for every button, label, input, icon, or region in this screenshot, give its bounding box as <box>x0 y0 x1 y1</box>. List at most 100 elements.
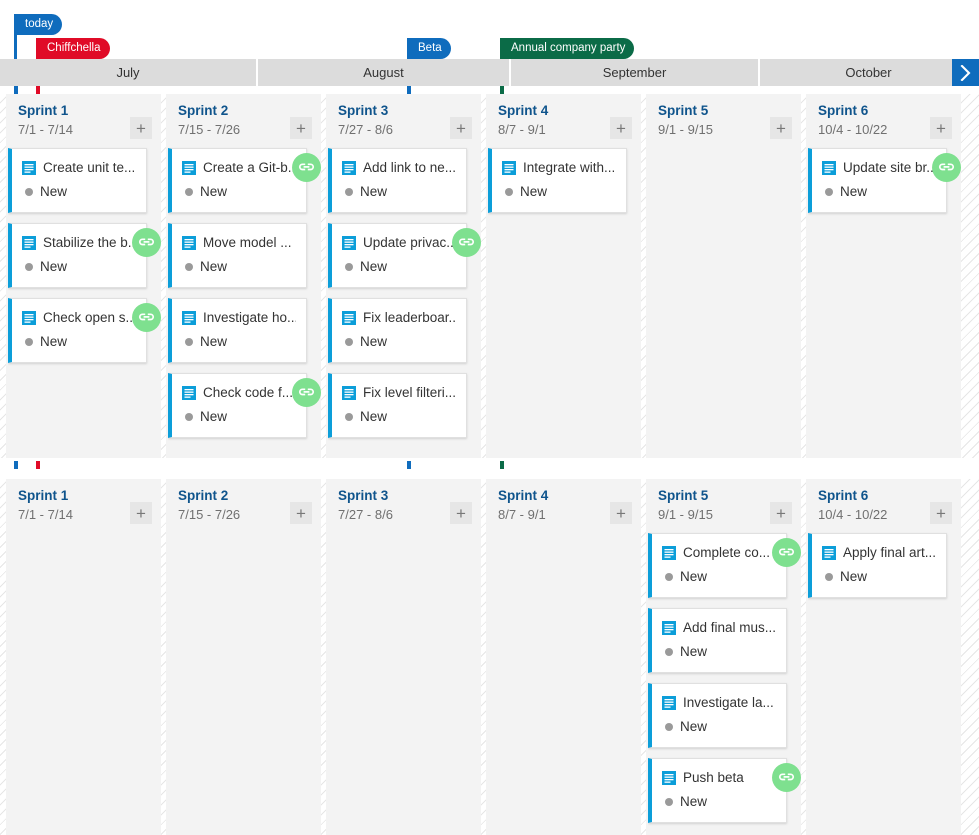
related-links-badge[interactable] <box>452 228 481 257</box>
card-title-row: Update site br... <box>822 160 936 176</box>
work-item-card[interactable]: Fix level filteri... New <box>328 373 467 438</box>
card-state-row: New <box>662 719 776 735</box>
work-item-card[interactable]: Integrate with... New <box>488 148 627 213</box>
work-item-icon <box>662 621 676 635</box>
work-item-card[interactable]: Push beta New <box>648 758 787 823</box>
lane-right-gutter <box>961 94 979 458</box>
add-work-item-button[interactable]: + <box>290 117 312 139</box>
work-item-icon <box>822 161 836 175</box>
marker-flag[interactable]: today <box>17 14 63 35</box>
scroll-next-button[interactable] <box>952 59 979 86</box>
card-list: Create unit te... New Stabilize the b... Ne… <box>8 148 161 363</box>
marker-flag[interactable]: Beta <box>410 38 451 59</box>
sprint-title: Sprint 5 <box>658 103 709 118</box>
marker-tick <box>36 86 40 94</box>
sprint-column: Sprint 4 8/7 - 9/1 + Integrate with... New <box>486 94 641 458</box>
work-item-card[interactable]: Update site br... New <box>808 148 947 213</box>
card-state: New <box>840 569 868 584</box>
work-item-icon <box>182 386 196 400</box>
work-item-card[interactable]: Complete co... New <box>648 533 787 598</box>
state-dot-icon <box>345 188 353 196</box>
sprint-column-header: Sprint 6 10/4 - 10/22 + <box>808 479 961 533</box>
related-links-badge[interactable] <box>932 153 961 182</box>
sprint-column-header: Sprint 2 7/15 - 7/26 + <box>168 479 321 533</box>
work-item-card[interactable]: Investigate ho... New <box>168 298 307 363</box>
add-work-item-button[interactable]: + <box>290 502 312 524</box>
card-title: Apply final art... <box>843 545 936 560</box>
add-work-item-button[interactable]: + <box>770 502 792 524</box>
marker-flag[interactable]: Annual company party <box>503 38 635 59</box>
work-item-card[interactable]: Update privac... New <box>328 223 467 288</box>
marker-tick <box>500 86 504 94</box>
related-links-badge[interactable] <box>132 303 161 332</box>
add-work-item-button[interactable]: + <box>130 502 152 524</box>
add-work-item-button[interactable]: + <box>450 502 472 524</box>
add-work-item-button[interactable]: + <box>450 117 472 139</box>
card-title-row: Stabilize the b... <box>22 235 136 251</box>
lane-right-gutter <box>961 479 979 835</box>
work-item-card[interactable]: Add link to ne... New <box>328 148 467 213</box>
add-work-item-button[interactable]: + <box>770 117 792 139</box>
card-state-row: New <box>822 569 936 585</box>
card-state: New <box>520 184 548 199</box>
sprint-column: Sprint 1 7/1 - 7/14 + <box>6 479 161 835</box>
work-item-card[interactable]: Create a Git-b... New <box>168 148 307 213</box>
sprint-column: Sprint 3 7/27 - 8/6 + <box>326 479 481 835</box>
sprint-column-header: Sprint 3 7/27 - 8/6 + <box>328 479 481 533</box>
card-container: Update privac... New <box>328 223 481 288</box>
sprint-title: Sprint 4 <box>498 103 549 118</box>
add-work-item-button[interactable]: + <box>930 502 952 524</box>
link-icon <box>459 238 474 246</box>
card-list: Apply final art... New <box>808 533 961 598</box>
card-title-row: Fix leaderboar... <box>342 310 456 326</box>
card-container: Add link to ne... New <box>328 148 481 213</box>
work-item-card[interactable]: Check open s... New <box>8 298 147 363</box>
card-title-row: Complete co... <box>662 545 776 561</box>
sprint-title: Sprint 1 <box>18 103 69 118</box>
sprint-column-header: Sprint 2 7/15 - 7/26 + <box>168 94 321 148</box>
add-work-item-button[interactable]: + <box>930 117 952 139</box>
add-work-item-button[interactable]: + <box>610 117 632 139</box>
work-item-card[interactable]: Move model ... New <box>168 223 307 288</box>
marker-tick <box>500 461 504 469</box>
work-item-card[interactable]: Check code f... New <box>168 373 307 438</box>
add-work-item-button[interactable]: + <box>610 502 632 524</box>
card-title: Investigate la... <box>683 695 774 710</box>
related-links-badge[interactable] <box>292 378 321 407</box>
card-title-row: Check code f... <box>182 385 296 401</box>
card-title: Create a Git-b... <box>203 160 296 175</box>
card-state: New <box>360 184 388 199</box>
card-title-row: Check open s... <box>22 310 136 326</box>
add-work-item-button[interactable]: + <box>130 117 152 139</box>
related-links-badge[interactable] <box>292 153 321 182</box>
work-item-card[interactable]: Apply final art... New <box>808 533 947 598</box>
card-state-row: New <box>822 184 936 200</box>
sprint-column-header: Sprint 1 7/1 - 7/14 + <box>8 479 161 533</box>
card-title: Integrate with... <box>523 160 616 175</box>
card-list: Complete co... New Add final mus... New Inve… <box>648 533 801 823</box>
state-dot-icon <box>345 413 353 421</box>
related-links-badge[interactable] <box>132 228 161 257</box>
card-title-row: Investigate ho... <box>182 310 296 326</box>
work-item-icon <box>22 311 36 325</box>
link-icon <box>779 548 794 556</box>
work-item-card[interactable]: Create unit te... New <box>8 148 147 213</box>
card-container: Investigate ho... New <box>168 298 321 363</box>
sprint-title: Sprint 6 <box>818 103 869 118</box>
marker-tick <box>14 86 18 94</box>
sprint-title: Sprint 2 <box>178 103 229 118</box>
card-title: Push beta <box>683 770 744 785</box>
card-state-row: New <box>342 184 456 200</box>
work-item-icon <box>822 546 836 560</box>
related-links-badge[interactable] <box>772 538 801 567</box>
work-item-card[interactable]: Investigate la... New <box>648 683 787 748</box>
work-item-card[interactable]: Add final mus... New <box>648 608 787 673</box>
sprint-title: Sprint 3 <box>338 103 389 118</box>
marker-flag[interactable]: Chiffchella <box>39 38 110 59</box>
work-item-card[interactable]: Stabilize the b... New <box>8 223 147 288</box>
state-dot-icon <box>185 338 193 346</box>
related-links-badge[interactable] <box>772 763 801 792</box>
card-state-row: New <box>22 334 136 350</box>
work-item-card[interactable]: Fix leaderboar... New <box>328 298 467 363</box>
marker-tick <box>14 461 18 469</box>
